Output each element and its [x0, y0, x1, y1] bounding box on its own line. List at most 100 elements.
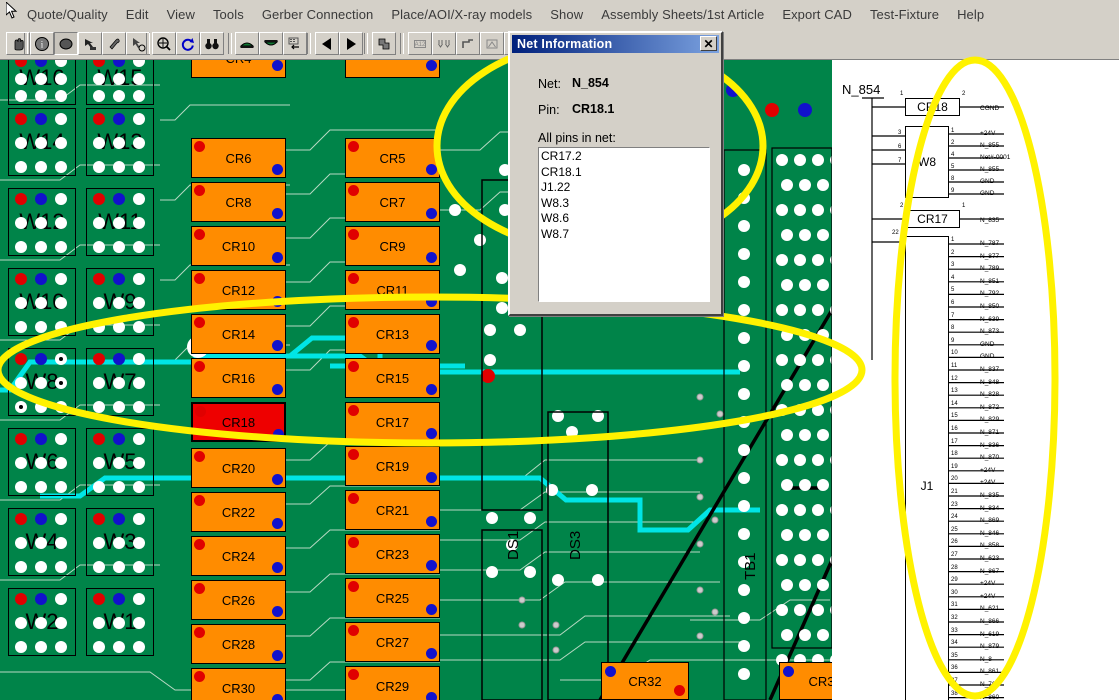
pad[interactable]	[348, 185, 359, 196]
prev-arrow-icon[interactable]	[315, 32, 339, 55]
connector-w5[interactable]: W5	[86, 428, 154, 496]
pad[interactable]	[113, 72, 125, 85]
pad[interactable]	[55, 593, 67, 605]
pad[interactable]	[133, 377, 145, 389]
pad[interactable]	[194, 185, 205, 196]
connector-w11[interactable]: W11	[86, 188, 154, 256]
menu-item-assembly-sheets[interactable]: Assembly Sheets/1st Article	[592, 5, 773, 24]
component-cr25[interactable]: CR25	[345, 578, 440, 618]
component-cr23[interactable]: CR23	[345, 534, 440, 574]
pad[interactable]	[426, 384, 437, 395]
pad[interactable]	[113, 353, 125, 365]
pad[interactable]	[93, 193, 105, 205]
pad[interactable]	[15, 321, 27, 333]
pad[interactable]	[133, 321, 145, 333]
pad[interactable]	[93, 513, 105, 525]
net-pin-list-item[interactable]: W8.7	[541, 227, 709, 243]
pad[interactable]	[426, 208, 437, 219]
rotate-icon[interactable]	[176, 32, 200, 55]
schematic-symbol-cr18[interactable]: CR18	[905, 98, 960, 116]
component-cr19[interactable]: CR19	[345, 446, 440, 486]
connector-w8[interactable]: W8	[8, 348, 76, 416]
connector-w9[interactable]: W9	[86, 268, 154, 336]
pad[interactable]	[113, 137, 125, 149]
select-blob-icon[interactable]	[54, 32, 78, 55]
pad[interactable]	[35, 641, 47, 653]
pad[interactable]	[93, 321, 105, 333]
pad[interactable]	[194, 361, 205, 372]
shape-icon[interactable]	[480, 32, 504, 55]
pad[interactable]	[15, 641, 27, 653]
pad[interactable]	[55, 377, 67, 389]
pad[interactable]	[605, 666, 616, 677]
pad[interactable]	[35, 113, 47, 125]
pad[interactable]	[93, 273, 105, 285]
binoculars-search-icon[interactable]	[200, 32, 224, 55]
pad[interactable]	[426, 340, 437, 351]
pad[interactable]	[426, 516, 437, 527]
pad[interactable]	[35, 561, 47, 573]
zoom-fit-icon[interactable]	[152, 32, 176, 55]
connector-w16[interactable]: W16	[8, 60, 76, 105]
pad[interactable]	[113, 161, 125, 173]
pad[interactable]	[35, 217, 47, 229]
pad[interactable]	[93, 72, 105, 85]
pad[interactable]	[133, 72, 145, 85]
pad[interactable]	[426, 604, 437, 615]
pad[interactable]	[348, 669, 359, 680]
pad[interactable]	[55, 561, 67, 573]
pad[interactable]	[194, 141, 205, 152]
pad[interactable]	[194, 539, 205, 550]
schematic-symbol-w8[interactable]: W8	[905, 126, 949, 198]
pad[interactable]	[113, 321, 125, 333]
pad[interactable]	[113, 273, 125, 285]
pad[interactable]	[113, 193, 125, 205]
pad[interactable]	[55, 537, 67, 549]
pad[interactable]	[113, 457, 125, 469]
component-cr10[interactable]: CR10	[191, 226, 286, 266]
pad[interactable]	[426, 692, 437, 700]
pad[interactable]	[15, 401, 27, 413]
pad[interactable]	[426, 648, 437, 659]
net-information-dialog[interactable]: Net Information ✕ Net: N_854 Pin: CR18.1…	[508, 31, 723, 316]
pad[interactable]	[426, 164, 437, 175]
pad[interactable]	[15, 273, 27, 285]
pad[interactable]	[348, 449, 359, 460]
pad[interactable]	[113, 433, 125, 445]
pad[interactable]	[93, 137, 105, 149]
pad[interactable]	[55, 72, 67, 85]
pad[interactable]	[15, 217, 27, 229]
pad[interactable]	[133, 353, 145, 365]
component-cr27[interactable]: CR27	[345, 622, 440, 662]
pad[interactable]	[348, 273, 359, 284]
pad[interactable]	[55, 241, 67, 253]
component-cr26[interactable]: CR26	[191, 580, 286, 620]
pad[interactable]	[93, 593, 105, 605]
pad[interactable]	[15, 90, 27, 102]
pad[interactable]	[35, 617, 47, 629]
component-cr29[interactable]: CR29	[345, 666, 440, 700]
pad[interactable]	[55, 273, 67, 285]
pad[interactable]	[35, 457, 47, 469]
top-layer-icon[interactable]	[235, 32, 259, 55]
pad[interactable]	[194, 451, 205, 462]
pad[interactable]	[133, 193, 145, 205]
pad[interactable]	[133, 537, 145, 549]
pad[interactable]	[93, 297, 105, 309]
pad[interactable]	[113, 217, 125, 229]
pad[interactable]	[35, 433, 47, 445]
component-cr13[interactable]: CR13	[345, 314, 440, 354]
component-cr11[interactable]: CR11	[345, 270, 440, 310]
pad[interactable]	[133, 481, 145, 493]
pad[interactable]	[426, 60, 437, 71]
pad[interactable]	[35, 297, 47, 309]
component-cr4[interactable]: CR4	[191, 60, 286, 78]
pad[interactable]	[93, 90, 105, 102]
menu-item-show[interactable]: Show	[541, 5, 592, 24]
outline-icon[interactable]	[456, 32, 480, 55]
pad[interactable]	[674, 685, 685, 696]
pad[interactable]	[272, 296, 283, 307]
pad[interactable]	[93, 241, 105, 253]
menu-item-help[interactable]: Help	[948, 5, 993, 24]
pad[interactable]	[783, 666, 794, 677]
